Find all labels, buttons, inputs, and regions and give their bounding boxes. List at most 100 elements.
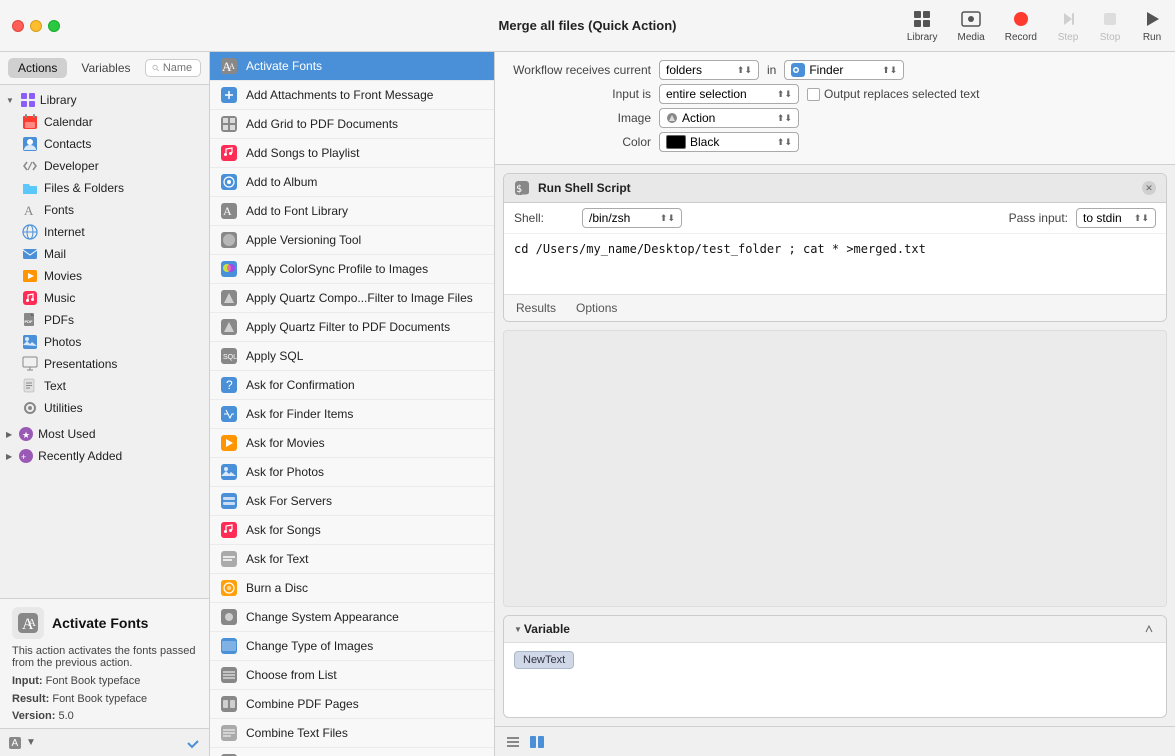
tab-options[interactable]: Options (572, 299, 621, 317)
action-item-compress-pdf[interactable]: Compress Images in PDF Documents (210, 748, 494, 756)
action-item-add-album[interactable]: Add to Album (210, 168, 494, 197)
action-label: Apply SQL (246, 349, 303, 363)
script-close-button[interactable]: ✕ (1142, 181, 1156, 195)
pass-input-select[interactable]: to stdin ⬆⬇ (1076, 208, 1156, 228)
sidebar-item-text[interactable]: Text (0, 375, 209, 397)
action-item-add-grid[interactable]: Add Grid to PDF Documents (210, 110, 494, 139)
maximize-button[interactable] (48, 20, 60, 32)
columns-icon[interactable] (529, 734, 545, 750)
action-item-ask-movies[interactable]: Ask for Movies (210, 429, 494, 458)
output-replaces-checkbox[interactable]: Output replaces selected text (807, 87, 979, 101)
action-item-ask-confirmation[interactable]: ? Ask for Confirmation (210, 371, 494, 400)
action-label: Add Grid to PDF Documents (246, 117, 398, 131)
info-action-icon: A A (12, 607, 44, 639)
action-item-ask-songs[interactable]: Ask for Songs (210, 516, 494, 545)
image-select[interactable]: Action ⬆⬇ (659, 108, 799, 128)
library-section-label: Library (40, 93, 77, 107)
stop-button[interactable]: Stop (1099, 8, 1121, 43)
add-action-icon[interactable]: A (8, 736, 22, 750)
action-label: Ask For Servers (246, 494, 332, 508)
action-item-combine-pdf[interactable]: Combine PDF Pages (210, 690, 494, 719)
action-item-combine-text[interactable]: Combine Text Files (210, 719, 494, 748)
media-button[interactable]: Media (958, 8, 985, 43)
finder-select[interactable]: Finder ⬆⬇ (784, 60, 904, 80)
add-attachments-icon (220, 86, 238, 104)
variable-header[interactable]: ▼ Variable (504, 616, 1166, 643)
search-input[interactable] (163, 62, 194, 74)
close-button[interactable] (12, 20, 24, 32)
sidebar-item-movies[interactable]: Movies (0, 265, 209, 287)
sidebar-item-mail[interactable]: Mail (0, 243, 209, 265)
sidebar-item-contacts[interactable]: Contacts (0, 133, 209, 155)
color-select[interactable]: Black ⬆⬇ (659, 132, 799, 152)
action-item-ask-photos[interactable]: Ask for Photos (210, 458, 494, 487)
action-item-activate-fonts[interactable]: A A Activate Fonts (210, 52, 494, 81)
action-item-apple-versioning[interactable]: Apple Versioning Tool (210, 226, 494, 255)
contacts-icon (22, 136, 38, 152)
search-box[interactable] (145, 59, 202, 77)
action-item-apply-quartz-filter[interactable]: Apply Quartz Filter to PDF Documents (210, 313, 494, 342)
most-used-section[interactable]: ▶ ★ Most Used (0, 423, 209, 445)
choose-from-list-icon (220, 666, 238, 684)
workflow-header: Workflow receives current folders ⬆⬇ in … (495, 52, 1175, 165)
output-label: Output replaces selected text (824, 87, 979, 101)
action-item-change-type-images[interactable]: Change Type of Images (210, 632, 494, 661)
library-icon (20, 92, 36, 108)
action-item-add-attachments[interactable]: Add Attachments to Front Message (210, 81, 494, 110)
recently-added-section[interactable]: ▶ + Recently Added (0, 445, 209, 467)
action-item-burn-disc[interactable]: Burn a Disc (210, 574, 494, 603)
library-section-header[interactable]: ▼ Library (0, 89, 209, 111)
most-used-expand: ▶ (6, 430, 12, 439)
tab-results[interactable]: Results (512, 299, 560, 317)
sidebar-item-music[interactable]: Music (0, 287, 209, 309)
action-item-add-font-library[interactable]: A Add to Font Library (210, 197, 494, 226)
tab-variables[interactable]: Variables (71, 58, 140, 78)
sidebar-item-developer[interactable]: Developer (0, 155, 209, 177)
color-swatch (666, 135, 686, 149)
action-item-add-songs[interactable]: Add Songs to Playlist (210, 139, 494, 168)
run-button[interactable]: Run (1141, 8, 1163, 43)
sidebar-item-pdfs[interactable]: PDF PDFs (0, 309, 209, 331)
add-font-library-icon: A (220, 202, 238, 220)
sidebar-item-internet[interactable]: Internet (0, 221, 209, 243)
action-item-ask-servers[interactable]: Ask For Servers (210, 487, 494, 516)
tab-actions[interactable]: Actions (8, 58, 67, 78)
script-code[interactable]: cd /Users/my_name/Desktop/test_folder ; … (504, 234, 1166, 294)
action-item-choose-from-list[interactable]: Choose from List (210, 661, 494, 690)
input-label: Input: (12, 675, 43, 687)
image-icon (666, 112, 678, 124)
output-checkbox-box[interactable] (807, 88, 820, 101)
left-panel: Actions Variables ▼ Library (0, 52, 210, 756)
script-header: $_ Run Shell Script ✕ (504, 174, 1166, 203)
activate-fonts-icon: A A (220, 57, 238, 75)
sidebar-item-photos[interactable]: Photos (0, 331, 209, 353)
workflow-row-receives: Workflow receives current folders ⬆⬇ in … (511, 60, 1159, 80)
input-is-select[interactable]: entire selection ⬆⬇ (659, 84, 799, 104)
sidebar-item-presentations[interactable]: Presentations (0, 353, 209, 375)
action-item-apply-quartz-compose[interactable]: Apply Quartz Compo...Filter to Image Fil… (210, 284, 494, 313)
list-icon[interactable] (505, 734, 521, 750)
add-album-icon (220, 173, 238, 191)
receives-value: folders (666, 63, 702, 77)
sidebar-item-fonts[interactable]: A Fonts (0, 199, 209, 221)
receives-select[interactable]: folders ⬆⬇ (659, 60, 759, 80)
combine-text-icon (220, 724, 238, 742)
sidebar-item-utilities[interactable]: Utilities (0, 397, 209, 419)
in-label: in (767, 63, 776, 77)
sidebar-item-files[interactable]: Files & Folders (0, 177, 209, 199)
shell-select[interactable]: /bin/zsh ⬆⬇ (582, 208, 682, 228)
action-item-ask-finder[interactable]: Ask for Finder Items (210, 400, 494, 429)
sidebar-item-calendar[interactable]: Calendar (0, 111, 209, 133)
record-button[interactable]: Record (1005, 8, 1037, 43)
minimize-button[interactable] (30, 20, 42, 32)
action-item-apply-colorsync[interactable]: Apply ColorSync Profile to Images (210, 255, 494, 284)
ask-text-icon (220, 550, 238, 568)
ask-movies-icon (220, 434, 238, 452)
action-item-ask-text[interactable]: Ask for Text (210, 545, 494, 574)
action-item-change-appearance[interactable]: Change System Appearance (210, 603, 494, 632)
library-button[interactable]: Library (907, 8, 938, 43)
sidebar-item-photos-label: Photos (44, 335, 81, 349)
step-button[interactable]: Step (1057, 8, 1079, 43)
developer-icon (22, 158, 38, 174)
action-item-apply-sql[interactable]: SQL Apply SQL (210, 342, 494, 371)
